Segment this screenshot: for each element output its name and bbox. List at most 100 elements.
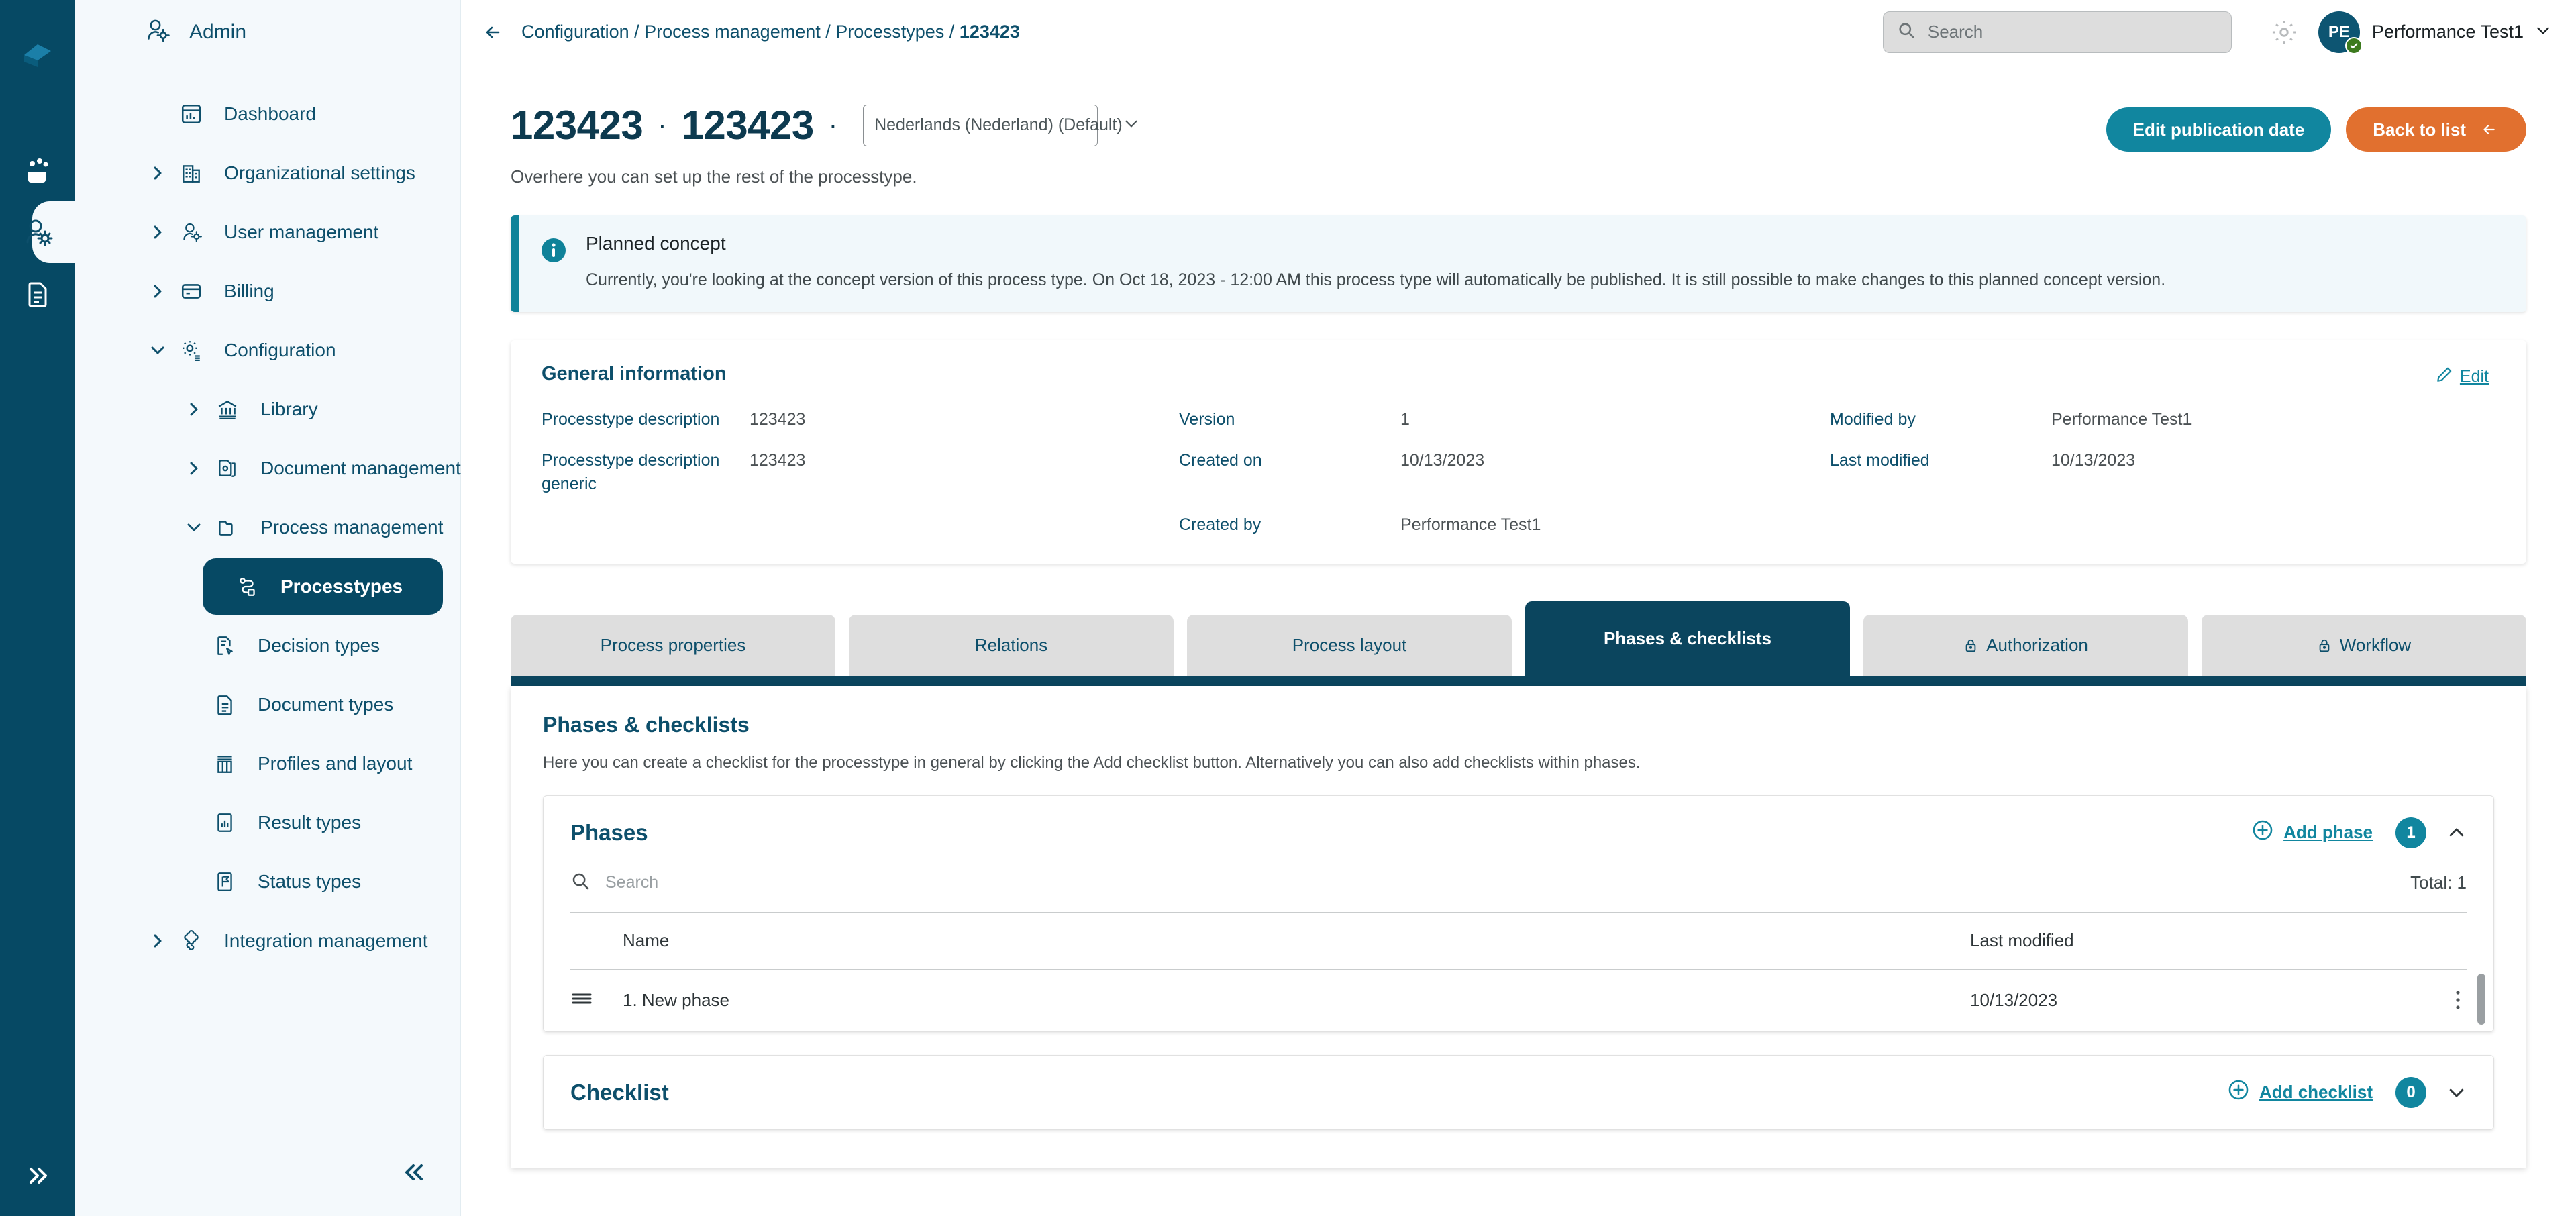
tab-label: Workflow [2340, 635, 2411, 656]
info-value: 10/13/2023 [1400, 449, 1830, 496]
arrow-left-icon [2479, 119, 2500, 140]
info-label: Created on [1179, 449, 1400, 496]
bank-icon [212, 398, 243, 421]
folder-icon [212, 516, 243, 539]
phase-last-modified: 10/13/2023 [1970, 990, 2386, 1011]
sidebar-item-status-types[interactable]: Status types [75, 854, 443, 910]
edit-general-information-link[interactable]: Edit [2436, 366, 2489, 388]
edit-label: Edit [2460, 367, 2489, 387]
gear-icon[interactable] [2270, 18, 2298, 46]
info-label: Version [1179, 408, 1400, 432]
sidebar-item-label: Dashboard [224, 103, 316, 125]
sidebar-item-process-management[interactable]: Process management [75, 499, 443, 556]
chevron-right-icon[interactable] [176, 401, 212, 417]
search-icon [1897, 21, 1916, 43]
app-root: Admin Dashboard Organizational settings [0, 0, 2576, 1216]
table-row[interactable]: 1. New phase 10/13/2023 [570, 970, 2467, 1031]
sidebar-item-document-management[interactable]: Document management [75, 440, 443, 497]
gear-list-icon [176, 339, 207, 362]
sidebar-item-decision-types[interactable]: Decision types [75, 617, 443, 674]
collapse-sidebar-button[interactable] [401, 1159, 428, 1189]
page-title: 123423 · 123423 · Nederlands (Nederland)… [511, 102, 1098, 148]
chevron-right-icon[interactable] [140, 224, 176, 240]
tab-bar: Process properties Relations Process lay… [511, 601, 2526, 676]
info-value: 123423 [750, 449, 1179, 496]
chevron-down-icon[interactable] [140, 342, 176, 358]
expand-rail-button[interactable] [0, 1162, 75, 1189]
add-phase-label: Add phase [2283, 822, 2373, 843]
panel-description: Here you can create a checklist for the … [543, 754, 2494, 772]
info-value: 10/13/2023 [2051, 449, 2495, 496]
tab-relations[interactable]: Relations [849, 615, 1174, 676]
sidebar-item-integration-management[interactable]: Integration management [75, 913, 443, 969]
chevron-right-icon[interactable] [140, 283, 176, 299]
info-value [2051, 513, 2495, 537]
plus-circle-icon [2251, 819, 2274, 846]
chevron-down-icon[interactable] [2446, 1082, 2467, 1103]
sidebar-item-library[interactable]: Library [75, 381, 443, 438]
phases-search-input[interactable]: Search [605, 873, 658, 893]
building-icon [176, 162, 207, 185]
tab-label: Authorization [1986, 635, 2088, 656]
sidebar-header: Admin [75, 0, 460, 64]
info-value: 1 [1400, 408, 1830, 432]
page-subtitle: Overhere you can set up the rest of the … [461, 152, 2576, 187]
chevron-down-icon[interactable] [176, 519, 212, 536]
chevron-right-icon[interactable] [140, 933, 176, 949]
rail-item-admin[interactable] [0, 201, 75, 263]
lock-icon [1963, 638, 1978, 653]
title-separator-2: · [829, 110, 837, 140]
sidebar-item-list: Dashboard Organizational settings [75, 64, 460, 969]
panel-title: Phases & checklists [543, 713, 2494, 738]
chevron-up-icon[interactable] [2446, 823, 2467, 843]
chart-doc-icon [209, 811, 240, 834]
sidebar-item-processtypes[interactable]: Processtypes [203, 558, 443, 615]
add-phase-button[interactable]: Add phase [2251, 819, 2373, 846]
sidebar-item-organizational-settings[interactable]: Organizational settings [75, 145, 443, 201]
tab-workflow[interactable]: Workflow [2202, 615, 2526, 676]
breadcrumb[interactable]: Configuration / Process management / Pro… [521, 21, 1020, 42]
banner-body: Currently, you're looking at the concept… [586, 269, 2165, 292]
back-to-list-button[interactable]: Back to list [2346, 107, 2526, 152]
general-information-title: General information [542, 363, 2495, 385]
user-name-label: Performance Test1 [2372, 21, 2524, 42]
pencil-icon [2436, 366, 2453, 388]
checklist-section-header: Checklist Add checklist 0 [544, 1056, 2493, 1129]
page-title-right: 123423 [682, 102, 814, 148]
row-menu-icon[interactable] [2455, 989, 2467, 1011]
sidebar-item-profiles-and-layout[interactable]: Profiles and layout [75, 736, 443, 792]
sidebar-item-label: Status types [258, 871, 361, 893]
sidebar-nav: Admin Dashboard Organizational settings [75, 0, 461, 1216]
tab-process-properties[interactable]: Process properties [511, 615, 835, 676]
chevron-down-icon[interactable] [2534, 21, 2552, 42]
back-arrow-icon[interactable] [481, 20, 505, 44]
sidebar-item-label: Process management [260, 517, 443, 538]
drag-handle-icon[interactable] [570, 991, 623, 1010]
edit-publication-date-button[interactable]: Edit publication date [2106, 107, 2332, 152]
sidebar-item-result-types[interactable]: Result types [75, 795, 443, 851]
tab-phases-checklists[interactable]: Phases & checklists [1525, 601, 1850, 676]
tab-underline [511, 676, 2526, 686]
sidebar-header-label: Admin [189, 21, 246, 44]
rail-item-people[interactable] [0, 140, 75, 201]
global-search-input[interactable]: Search [1883, 11, 2232, 53]
chevron-right-icon[interactable] [140, 165, 176, 181]
chevron-down-icon [1123, 115, 1140, 136]
app-logo-icon[interactable] [17, 35, 58, 75]
sidebar-item-configuration[interactable]: Configuration [75, 322, 443, 378]
avatar[interactable]: PE [2318, 11, 2360, 53]
sidebar-item-document-types[interactable]: Document types [75, 676, 443, 733]
tab-process-layout[interactable]: Process layout [1187, 615, 1512, 676]
checklist-count-badge: 0 [2395, 1077, 2426, 1108]
sidebar-item-dashboard[interactable]: Dashboard [75, 86, 443, 142]
tab-authorization[interactable]: Authorization [1863, 615, 2188, 676]
rail-item-documents[interactable] [0, 263, 75, 325]
sidebar-item-billing[interactable]: Billing [75, 263, 443, 319]
language-select[interactable]: Nederlands (Nederland) (Default) [863, 105, 1098, 146]
sidebar-item-user-management[interactable]: User management [75, 204, 443, 260]
phases-table-header: Name Last modified [570, 912, 2467, 970]
chevron-right-icon[interactable] [176, 460, 212, 476]
add-checklist-button[interactable]: Add checklist [2227, 1078, 2373, 1106]
row-scrollbar[interactable] [2477, 974, 2485, 1025]
title-separator: · [658, 110, 666, 140]
